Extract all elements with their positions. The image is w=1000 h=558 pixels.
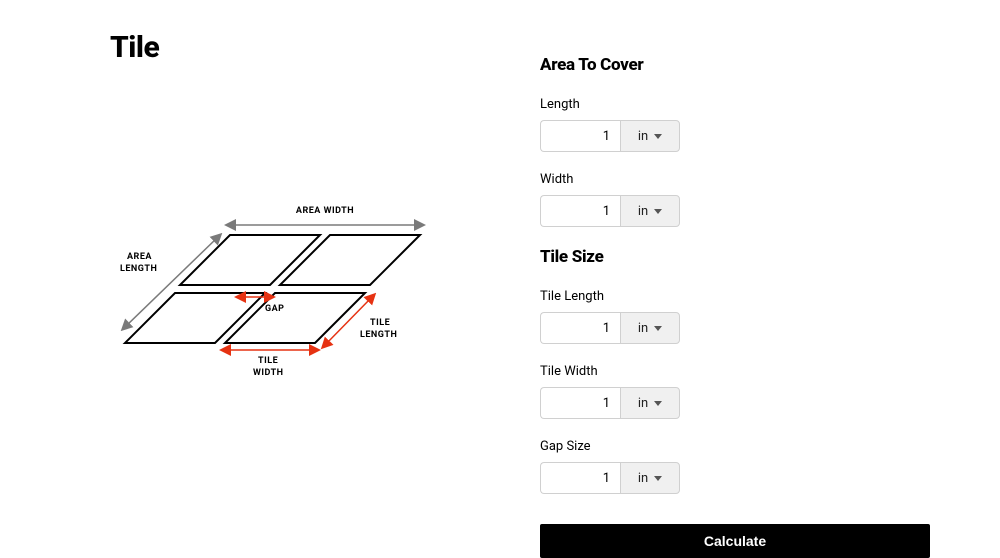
field-gap-size: Gap Size in xyxy=(540,439,940,494)
field-tile-width: Tile Width in xyxy=(540,364,940,419)
unit-select-area-width[interactable]: in xyxy=(620,195,680,227)
chevron-down-icon xyxy=(654,134,662,139)
chevron-down-icon xyxy=(654,209,662,214)
input-tile-width[interactable] xyxy=(540,387,620,419)
area-section-title: Area To Cover xyxy=(540,55,940,75)
tile-length-label-2: LENGTH xyxy=(360,330,397,340)
tile-section-title: Tile Size xyxy=(540,247,940,267)
unit-select-area-length[interactable]: in xyxy=(620,120,680,152)
unit-text: in xyxy=(638,321,648,336)
unit-select-tile-length[interactable]: in xyxy=(620,312,680,344)
input-gap-size[interactable] xyxy=(540,462,620,494)
label-gap-size: Gap Size xyxy=(540,439,940,454)
label-area-width: Width xyxy=(540,172,940,187)
left-panel: Tile AREA W xyxy=(0,0,540,552)
field-area-length: Length in xyxy=(540,97,940,152)
app-root: Tile AREA W xyxy=(0,0,1000,552)
chevron-down-icon xyxy=(654,401,662,406)
unit-select-tile-width[interactable]: in xyxy=(620,387,680,419)
diagram-svg: AREA WIDTH AREA LENGTH GAP TILE LENGTH xyxy=(110,195,440,415)
unit-text: in xyxy=(638,471,648,486)
input-area-width[interactable] xyxy=(540,195,620,227)
label-tile-length: Tile Length xyxy=(540,289,940,304)
tile-length-label-1: TILE xyxy=(370,318,390,328)
input-area-length[interactable] xyxy=(540,120,620,152)
page-title: Tile xyxy=(110,30,480,65)
unit-text: in xyxy=(638,204,648,219)
calculate-button[interactable]: Calculate xyxy=(540,524,930,558)
tile-diagram: AREA WIDTH AREA LENGTH GAP TILE LENGTH xyxy=(110,195,480,419)
label-area-length: Length xyxy=(540,97,940,112)
input-tile-length[interactable] xyxy=(540,312,620,344)
area-width-label: AREA WIDTH xyxy=(296,206,354,216)
chevron-down-icon xyxy=(654,326,662,331)
chevron-down-icon xyxy=(654,476,662,481)
area-length-label-2: LENGTH xyxy=(120,264,157,274)
gap-label: GAP xyxy=(265,304,284,314)
tile-width-label-1: TILE xyxy=(258,356,278,366)
right-panel: Area To Cover Length in Width in Tile xyxy=(540,0,980,552)
unit-select-gap-size[interactable]: in xyxy=(620,462,680,494)
tile-width-label-2: WIDTH xyxy=(253,368,284,378)
label-tile-width: Tile Width xyxy=(540,364,940,379)
field-tile-length: Tile Length in xyxy=(540,289,940,344)
unit-text: in xyxy=(638,396,648,411)
area-length-label-1: AREA xyxy=(127,252,152,262)
field-area-width: Width in xyxy=(540,172,940,227)
unit-text: in xyxy=(638,129,648,144)
